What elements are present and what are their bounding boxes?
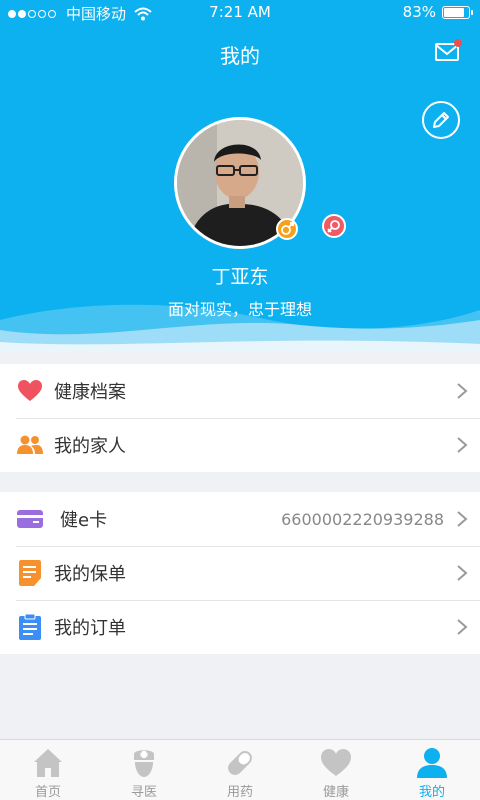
status-bar: 中国移动 7:21 AM 83% [0, 0, 480, 24]
chevron-right-icon [457, 619, 468, 635]
home-icon [34, 749, 62, 777]
tab-home[interactable]: 首页 [0, 740, 96, 800]
menu-label: 我的保单 [54, 564, 126, 585]
battery-percent: 83% [402, 3, 436, 21]
bottom-tab-bar: 首页 寻医 用药 健康 我的 [0, 739, 480, 800]
clipboard-icon [17, 614, 43, 640]
pill-icon [228, 751, 252, 775]
heart-icon [17, 378, 43, 404]
tab-label: 用药 [226, 785, 253, 800]
menu-label: 健康档案 [54, 382, 126, 403]
tab-label: 我的 [418, 785, 445, 800]
menu-group-account: 健e卡 6600002220939288 我的保单 我的订单 [0, 492, 480, 654]
tab-label: 首页 [34, 785, 61, 800]
battery-icon [442, 5, 473, 19]
chevron-right-icon [457, 437, 468, 453]
tab-find-doctor[interactable]: 寻医 [96, 740, 192, 800]
menu-item-my-policies[interactable]: 我的保单 [0, 546, 480, 600]
card-icon [17, 506, 43, 532]
edit-profile-button[interactable] [422, 101, 460, 139]
page-title: 我的 [220, 44, 260, 68]
menu-label: 我的家人 [54, 436, 126, 457]
tab-label: 寻医 [130, 785, 157, 800]
heart-icon [321, 749, 351, 776]
unread-badge [454, 39, 462, 47]
menu-label: 我的订单 [54, 618, 126, 639]
family-icon [17, 432, 43, 458]
menu-item-my-orders[interactable]: 我的订单 [0, 600, 480, 654]
profile-header: 中国移动 7:21 AM 83% 我的 丁亚东 面对现实，忠于理想 [0, 0, 480, 352]
chevron-right-icon [457, 383, 468, 399]
chevron-right-icon [457, 565, 468, 581]
menu-item-my-family[interactable]: 我的家人 [0, 418, 480, 472]
tab-medication[interactable]: 用药 [192, 740, 288, 800]
male-symbol-icon [276, 218, 298, 240]
tab-label: 健康 [322, 785, 349, 800]
tab-health[interactable]: 健康 [288, 740, 384, 800]
card-number: 6600002220939288 [281, 509, 444, 529]
messages-button[interactable] [432, 36, 464, 68]
menu-item-health-card[interactable]: 健e卡 6600002220939288 [0, 492, 480, 546]
person-icon [417, 748, 447, 778]
pencil-icon [433, 112, 449, 128]
menu-group-health: 健康档案 我的家人 [0, 364, 480, 472]
menu-item-health-records[interactable]: 健康档案 [0, 364, 480, 418]
nurse-icon [134, 750, 154, 777]
user-motto: 面对现实，忠于理想 [167, 300, 312, 319]
menu-label: 健e卡 [60, 510, 108, 531]
tab-me[interactable]: 我的 [384, 740, 480, 800]
user-name: 丁亚东 [211, 266, 269, 288]
chevron-right-icon [457, 511, 468, 527]
female-symbol-icon[interactable] [322, 214, 346, 238]
mail-icon [435, 39, 462, 61]
document-icon [17, 560, 43, 586]
